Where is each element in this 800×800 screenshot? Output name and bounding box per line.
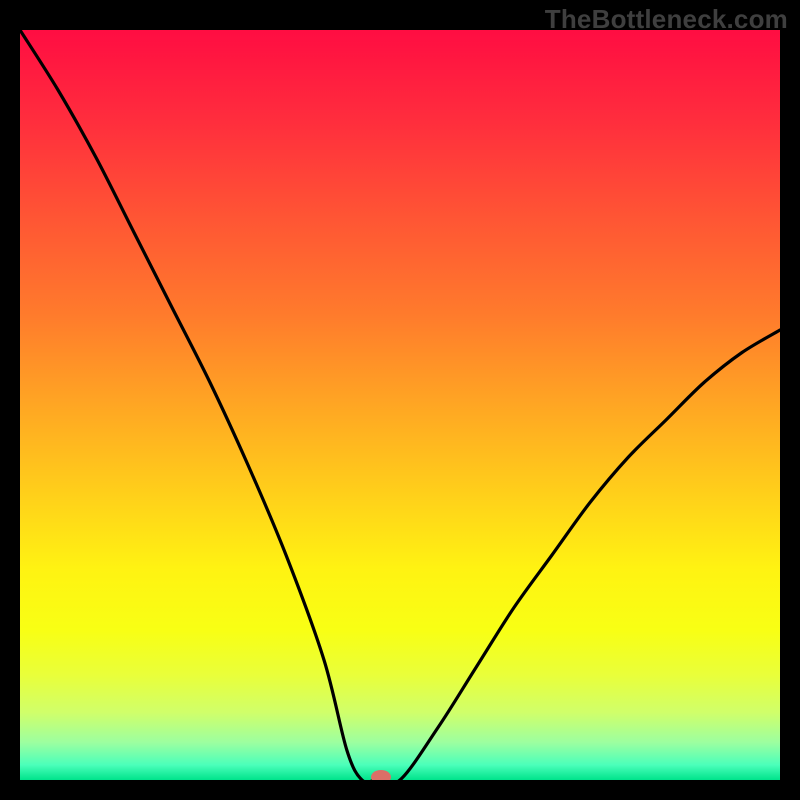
chart-frame: TheBottleneck.com (0, 0, 800, 800)
chart-svg (20, 30, 780, 780)
heatmap-background (20, 30, 780, 780)
plot-area (20, 30, 780, 780)
